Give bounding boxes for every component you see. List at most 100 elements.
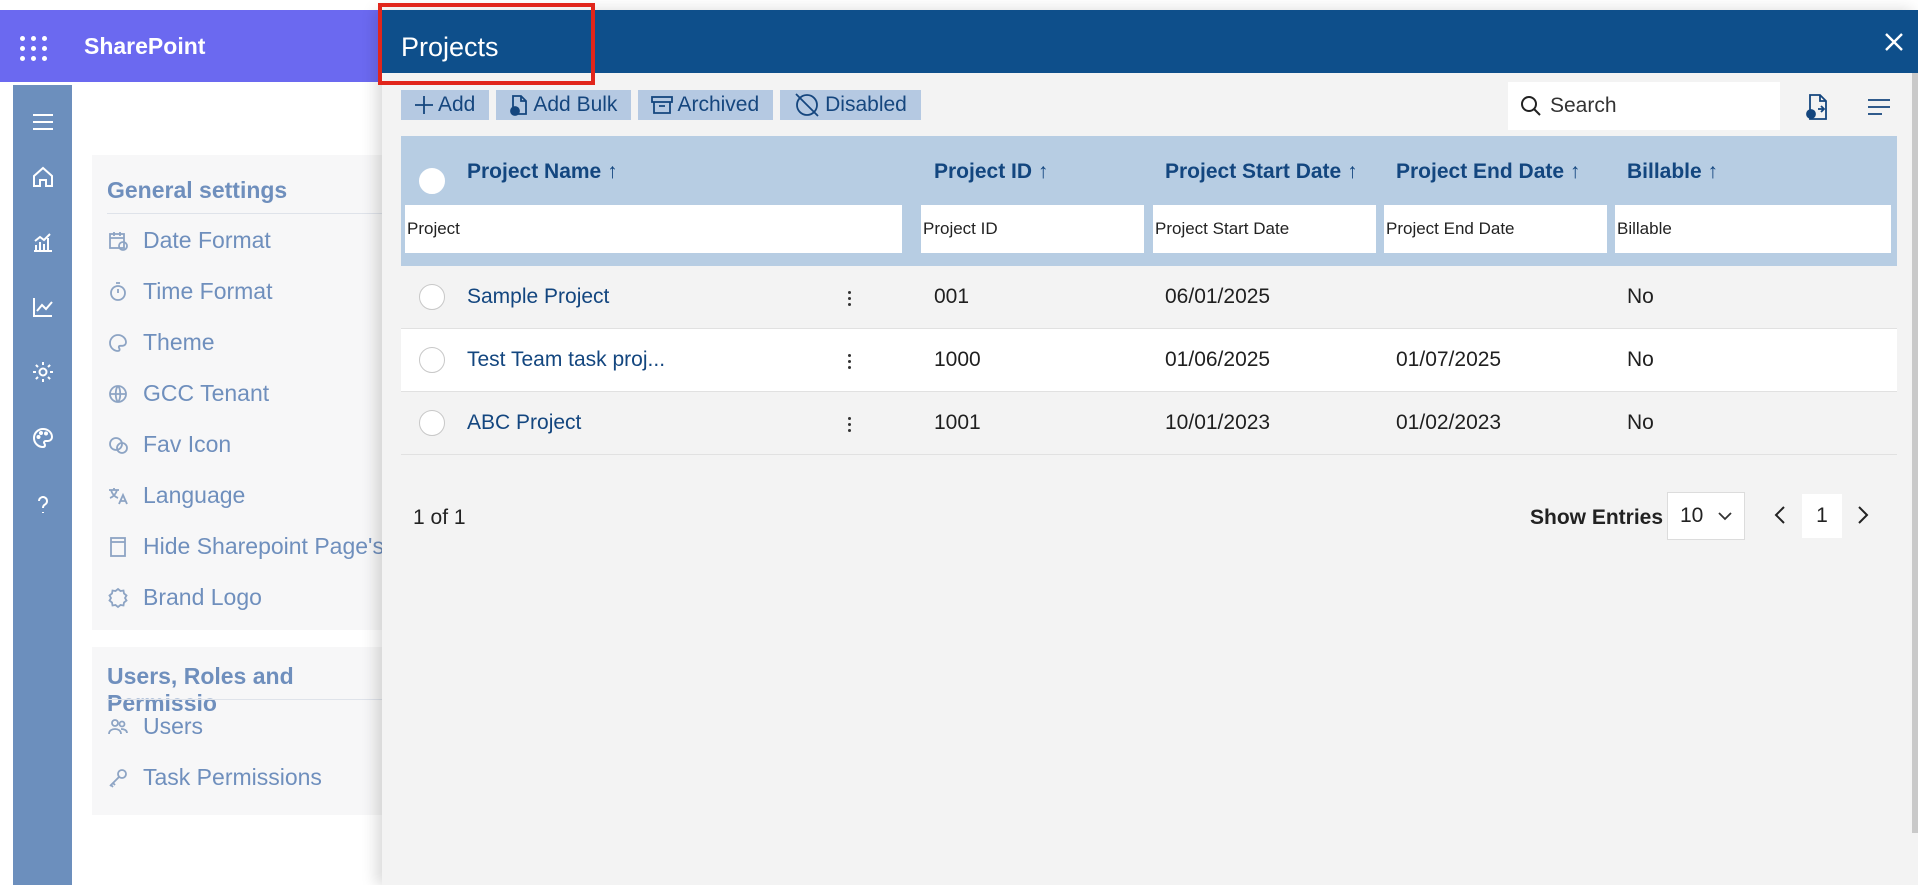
left-nav-rail — [13, 85, 72, 885]
sort-up-icon: ↑ — [607, 160, 618, 183]
palette-icon — [107, 332, 129, 354]
search-input[interactable] — [1548, 93, 1768, 119]
add-bulk-button[interactable]: Add Bulk — [496, 90, 632, 120]
archive-icon — [650, 94, 674, 116]
app-launcher-icon[interactable] — [18, 32, 50, 64]
filter-project-name[interactable] — [405, 205, 902, 253]
column-options-button[interactable] — [1862, 90, 1896, 124]
billable-cell: No — [1627, 285, 1654, 308]
record-count: 1 of 1 — [413, 506, 466, 529]
end-date-cell: 01/07/2025 — [1396, 348, 1502, 371]
archived-button[interactable]: Archived — [638, 90, 774, 120]
document-add-icon — [508, 94, 530, 116]
add-button[interactable]: Add — [401, 90, 490, 120]
setting-theme[interactable]: Theme — [107, 329, 215, 356]
setting-label: Fav Icon — [143, 431, 232, 457]
setting-gcc-tenant[interactable]: GCC Tenant — [107, 380, 269, 407]
settings-panel: General settings Date Format Time Format… — [92, 155, 402, 815]
search-box[interactable] — [1508, 82, 1780, 130]
translate-icon — [107, 485, 129, 507]
project-name-link[interactable]: ABC Project — [467, 411, 581, 435]
setting-fav-icon[interactable]: Fav Icon — [107, 431, 231, 458]
more-options-icon[interactable] — [844, 284, 854, 312]
more-options-icon[interactable] — [844, 410, 854, 438]
setting-brand-logo[interactable]: Brand Logo — [107, 584, 262, 611]
scrollbar[interactable] — [1912, 73, 1918, 833]
billable-cell: No — [1627, 348, 1654, 371]
general-settings-card: General settings Date Format Time Format… — [92, 155, 402, 630]
divider — [107, 213, 397, 214]
project-name-link[interactable]: Sample Project — [467, 285, 609, 309]
reports-icon[interactable] — [28, 227, 58, 257]
sort-up-icon: ↑ — [1347, 160, 1358, 183]
start-date-cell: 10/01/2023 — [1165, 411, 1271, 434]
table-row[interactable]: Sample Project 001 06/01/2025 No — [401, 266, 1897, 329]
add-bulk-label: Add Bulk — [533, 93, 618, 116]
previous-page-button[interactable] — [1766, 501, 1794, 529]
help-icon[interactable] — [28, 490, 58, 520]
col-header-start-date[interactable]: Project Start Date ↑ — [1165, 160, 1358, 184]
disabled-button[interactable]: Disabled — [780, 90, 921, 120]
add-label: Add — [438, 93, 476, 116]
settings-icon[interactable] — [28, 357, 58, 387]
close-button[interactable] — [1878, 26, 1910, 58]
setting-date-format[interactable]: Date Format — [107, 227, 271, 254]
setting-label: GCC Tenant — [143, 380, 270, 406]
more-options-icon[interactable] — [844, 347, 854, 375]
setting-time-format[interactable]: Time Format — [107, 278, 273, 305]
row-select-radio[interactable] — [419, 347, 445, 373]
end-date-cell: 01/02/2023 — [1396, 411, 1502, 434]
table-row[interactable]: Test Team task proj... 1000 01/06/2025 0… — [401, 329, 1897, 392]
search-icon — [1521, 96, 1541, 116]
badge-icon — [107, 587, 129, 609]
entries-per-page-select[interactable]: 10 — [1667, 492, 1745, 540]
export-button[interactable] — [1800, 90, 1834, 124]
page-icon — [107, 536, 129, 558]
divider — [107, 699, 397, 700]
projects-grid: Project Name ↑ Project ID ↑ Project Star… — [401, 136, 1897, 455]
setting-label: Time Format — [143, 278, 273, 304]
home-icon[interactable] — [28, 162, 58, 192]
setting-language[interactable]: Language — [107, 482, 245, 509]
setting-hide-sharepoint-page[interactable]: Hide Sharepoint Page's — [107, 533, 384, 560]
next-page-button[interactable] — [1849, 501, 1877, 529]
sort-up-icon: ↑ — [1707, 160, 1719, 183]
filter-project-id[interactable] — [921, 205, 1144, 253]
filter-end-date[interactable] — [1384, 205, 1607, 253]
col-header-project-name[interactable]: Project Name ↑ — [467, 160, 618, 184]
col-header-billable[interactable]: Billable ↑ — [1627, 160, 1718, 184]
app-name[interactable]: SharePoint — [84, 32, 205, 60]
page-number-button[interactable]: 1 — [1802, 494, 1842, 538]
start-date-cell: 06/01/2025 — [1165, 285, 1271, 308]
grid-header: Project Name ↑ Project ID ↑ Project Star… — [401, 136, 1897, 266]
general-settings-title: General settings — [107, 177, 288, 203]
disabled-label: Disabled — [825, 93, 907, 116]
row-select-radio[interactable] — [419, 410, 445, 436]
palette-icon[interactable] — [28, 423, 58, 453]
key-icon — [107, 767, 129, 789]
row-select-radio[interactable] — [419, 284, 445, 310]
setting-task-permissions[interactable]: Task Permissions — [107, 764, 322, 791]
table-row[interactable]: ABC Project 1001 10/01/2023 01/02/2023 N… — [401, 392, 1897, 455]
project-name-link[interactable]: Test Team task proj... — [467, 348, 665, 372]
col-header-end-date[interactable]: Project End Date ↑ — [1396, 160, 1580, 184]
filter-start-date[interactable] — [1153, 205, 1376, 253]
setting-label: Hide Sharepoint Page's — [143, 533, 384, 559]
chevron-right-icon — [1858, 506, 1869, 524]
disabled-icon — [792, 92, 822, 118]
people-icon — [107, 716, 129, 738]
chevron-left-icon — [1774, 506, 1785, 524]
analytics-icon[interactable] — [28, 292, 58, 322]
select-all-radio[interactable] — [419, 168, 445, 194]
archived-label: Archived — [677, 93, 760, 116]
calendar-icon — [107, 230, 129, 252]
plus-icon — [413, 94, 435, 116]
dialog-header: Projects — [378, 3, 1918, 85]
col-header-project-id[interactable]: Project ID ↑ — [934, 160, 1048, 184]
users-roles-title: Users, Roles and Permissio — [107, 663, 294, 716]
menu-icon[interactable] — [28, 107, 58, 137]
filter-billable[interactable] — [1615, 205, 1891, 253]
project-id-cell: 1001 — [934, 411, 981, 434]
setting-users[interactable]: Users — [107, 713, 203, 740]
sort-up-icon: ↑ — [1037, 160, 1049, 183]
